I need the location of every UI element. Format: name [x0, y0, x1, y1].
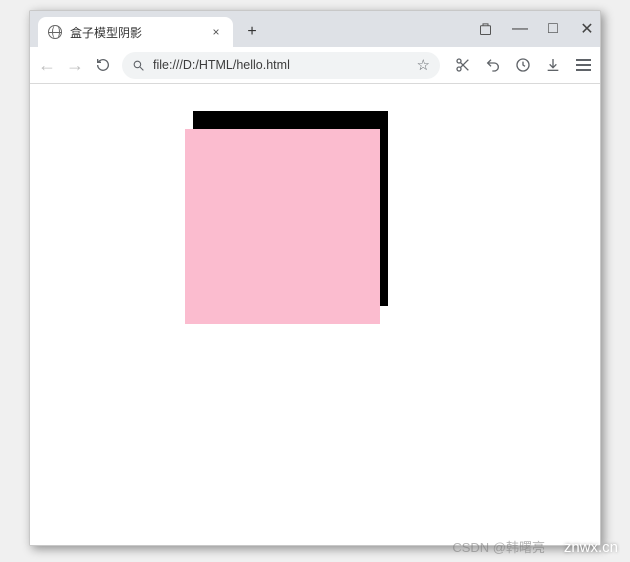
- watermark-brand: znwx.cn: [564, 539, 618, 556]
- history-icon[interactable]: [514, 57, 532, 73]
- search-icon: [132, 59, 145, 72]
- forward-button[interactable]: →: [66, 55, 84, 76]
- download-icon[interactable]: [544, 57, 562, 73]
- back-button[interactable]: ←: [38, 55, 56, 76]
- close-window-button[interactable]: ✕: [580, 19, 594, 39]
- undo-icon[interactable]: [484, 57, 502, 73]
- menu-button[interactable]: [574, 59, 592, 71]
- titlebar: 盒子模型阴影 × + — □ ✕: [30, 11, 600, 47]
- new-tab-button[interactable]: +: [239, 19, 265, 45]
- extensions-icon[interactable]: [478, 22, 492, 37]
- browser-window: 盒子模型阴影 × + — □ ✕ ← → file:///D:/HTML/hel…: [29, 10, 601, 546]
- toolbar: ← → file:///D:/HTML/hello.html ☆: [30, 47, 600, 84]
- toolbar-right: [450, 57, 592, 73]
- address-bar[interactable]: file:///D:/HTML/hello.html ☆: [122, 52, 440, 79]
- maximize-button[interactable]: □: [546, 20, 560, 38]
- url-text: file:///D:/HTML/hello.html: [153, 58, 409, 72]
- page-content: [30, 84, 600, 545]
- tab-close-button[interactable]: ×: [209, 25, 223, 39]
- browser-tab[interactable]: 盒子模型阴影 ×: [38, 17, 233, 47]
- reload-button[interactable]: [94, 57, 112, 73]
- hamburger-icon: [576, 59, 591, 71]
- demo-box: [185, 129, 380, 324]
- scissors-icon[interactable]: [454, 57, 472, 73]
- globe-icon: [48, 25, 62, 39]
- watermark-csdn: CSDN @韩曙亮: [452, 537, 545, 556]
- tab-title: 盒子模型阴影: [70, 24, 209, 41]
- window-controls: — □ ✕: [478, 13, 594, 45]
- minimize-button[interactable]: —: [512, 20, 526, 38]
- bookmark-star-icon[interactable]: ☆: [417, 56, 430, 74]
